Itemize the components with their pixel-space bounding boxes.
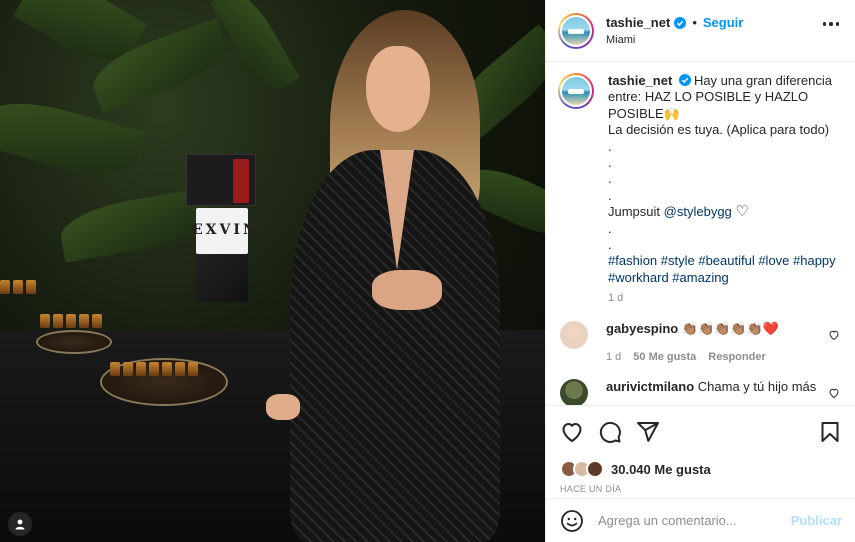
- caption-time[interactable]: 1 d: [608, 290, 838, 306]
- dessert-cups: [0, 280, 36, 294]
- author-username[interactable]: tashie_net: [606, 15, 670, 30]
- separator-dot: •: [692, 15, 697, 30]
- caption-dot: .: [608, 187, 612, 203]
- author-avatar[interactable]: [558, 12, 594, 49]
- person-face: [366, 46, 430, 132]
- comment-likes[interactable]: 50 Me gusta: [633, 351, 696, 363]
- person-hand: [266, 394, 300, 420]
- dessert-tray: [36, 330, 112, 354]
- post-timestamp[interactable]: HACE UN DÍA: [560, 484, 842, 494]
- post-location[interactable]: Miami: [606, 34, 743, 46]
- follow-button[interactable]: Seguir: [703, 15, 743, 30]
- user-icon: [15, 519, 25, 530]
- hashtags[interactable]: #fashion #style #beautiful #love #happy …: [608, 253, 838, 286]
- post-photo[interactable]: EXVIN: [0, 0, 545, 542]
- post-header: tashie_net • Seguir Miami: [546, 0, 855, 62]
- reply-button[interactable]: Responder: [708, 351, 765, 363]
- caption: tashie_net Hay una gran diferencia entre…: [558, 73, 844, 307]
- verified-badge-icon: [678, 74, 691, 86]
- tagged-users-button[interactable]: [8, 512, 32, 536]
- like-comment-heart-icon[interactable]: [828, 329, 840, 341]
- mention-link[interactable]: @stylebygg: [664, 204, 732, 219]
- liker-avatars: [560, 460, 604, 478]
- share-send-icon[interactable]: [636, 420, 660, 444]
- caption-dot: .: [608, 237, 612, 253]
- add-comment-bar: Publicar: [546, 498, 855, 542]
- comment-text: 👏🏽👏🏽👏🏽👏🏽👏🏽❤️: [681, 320, 779, 336]
- person-waist: [372, 270, 442, 310]
- caption-dot: .: [608, 171, 612, 187]
- like-heart-icon[interactable]: [560, 420, 584, 444]
- brand-sign: EXVIN: [192, 208, 256, 254]
- commenter-avatar[interactable]: [560, 320, 588, 349]
- comment: gabyespino 👏🏽👏🏽👏🏽👏🏽👏🏽❤️ 1 d 50 Me gusta …: [558, 320, 844, 363]
- comment-bubble-icon[interactable]: [598, 420, 622, 444]
- comment: aurivictmilano Chama y tú hijo más: [558, 378, 844, 405]
- brand-sign-text: EXVIN: [192, 222, 259, 238]
- heart-emoji: ♡: [735, 203, 749, 221]
- comment-input[interactable]: [598, 513, 791, 528]
- caption-dot: .: [608, 220, 612, 236]
- sign-base: [196, 254, 248, 302]
- emoji-smiley-icon[interactable]: [560, 509, 584, 533]
- caption-avatar[interactable]: [558, 73, 594, 109]
- comment-text: Chama y tú hijo más: [697, 378, 817, 394]
- caption-text: La decisión es tuya. (Aplica para todo): [608, 122, 830, 138]
- dessert-cups: [110, 362, 198, 376]
- save-bookmark-icon[interactable]: [818, 420, 842, 444]
- caption-dot: .: [608, 138, 612, 154]
- commenter-username[interactable]: aurivictmilano: [606, 379, 694, 394]
- post-actions: 30.040 Me gusta HACE UN DÍA: [546, 405, 855, 494]
- product-box: [186, 154, 256, 206]
- dessert-cups: [40, 314, 102, 328]
- likes-label[interactable]: Me gusta: [654, 462, 710, 477]
- publish-button[interactable]: Publicar: [791, 513, 842, 528]
- verified-badge-icon: [674, 16, 687, 29]
- post-details-panel: tashie_net • Seguir Miami tashie_net Hay…: [545, 0, 855, 542]
- comments-scroll[interactable]: tashie_net Hay una gran diferencia entre…: [546, 63, 855, 405]
- comment-time[interactable]: 1 d: [606, 351, 621, 363]
- likes-count[interactable]: 30.040: [611, 462, 651, 477]
- caption-username[interactable]: tashie_net: [608, 73, 672, 88]
- like-comment-heart-icon[interactable]: [828, 387, 840, 399]
- commenter-avatar[interactable]: [560, 378, 588, 405]
- caption-text: Jumpsuit: [608, 204, 661, 220]
- more-options-icon[interactable]: [822, 22, 839, 26]
- caption-dot: .: [608, 155, 612, 171]
- likes-summary[interactable]: 30.040 Me gusta: [560, 460, 842, 478]
- commenter-username[interactable]: gabyespino: [606, 321, 678, 336]
